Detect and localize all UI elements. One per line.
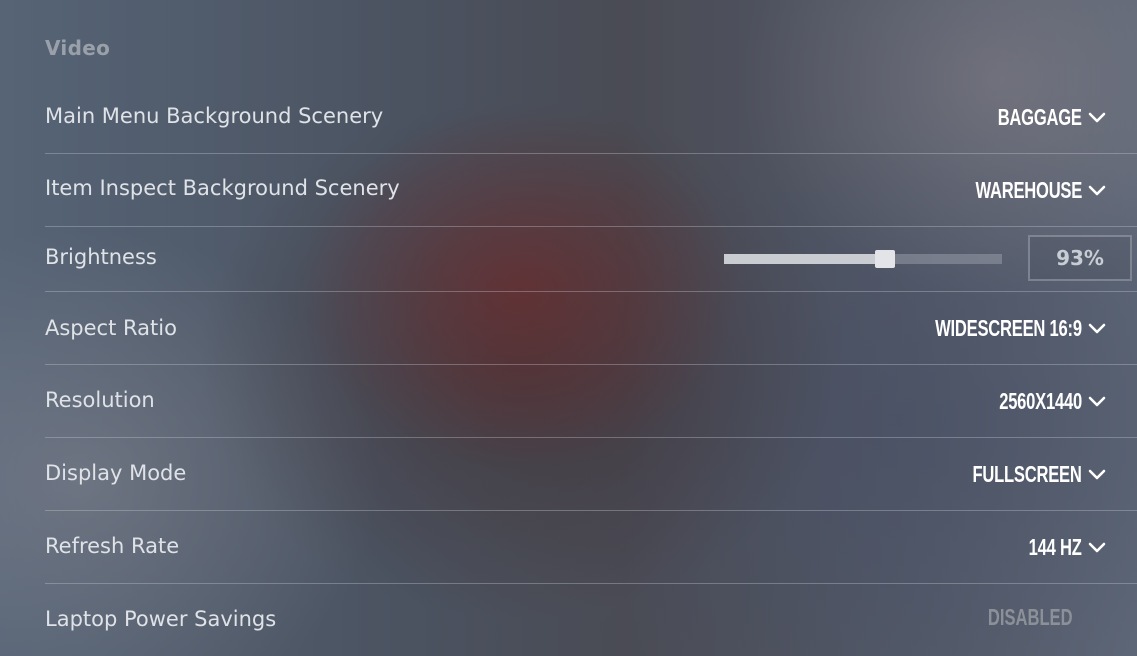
dropdown-value: 144 HZ xyxy=(1028,533,1082,560)
setting-row-refresh-rate: Refresh Rate 144 HZ xyxy=(45,511,1137,584)
setting-label: Item Inspect Background Scenery xyxy=(45,176,400,200)
setting-label: Brightness xyxy=(45,245,157,269)
setting-row-brightness: Brightness 93% xyxy=(45,227,1137,292)
dropdown-value: 2560X1440 xyxy=(999,387,1082,414)
setting-label: Main Menu Background Scenery xyxy=(45,104,384,128)
chevron-down-icon xyxy=(1088,323,1106,334)
item-inspect-scenery-dropdown[interactable]: WAREHOUSE xyxy=(934,175,1106,205)
dropdown-value: WAREHOUSE xyxy=(975,176,1082,203)
setting-row-main-menu-scenery: Main Menu Background Scenery BAGGAGE xyxy=(45,82,1137,154)
dropdown-value: FULLSCREEN xyxy=(972,460,1082,487)
setting-row-aspect-ratio: Aspect Ratio WIDESCREEN 16:9 xyxy=(45,292,1137,365)
brightness-slider[interactable] xyxy=(724,250,1002,268)
chevron-down-icon xyxy=(1088,185,1106,196)
section-title: Video xyxy=(45,36,111,60)
refresh-rate-dropdown[interactable]: 144 HZ xyxy=(1008,532,1106,562)
slider-thumb[interactable] xyxy=(875,250,896,268)
chevron-down-icon xyxy=(1088,542,1106,553)
brightness-value-field[interactable]: 93% xyxy=(1028,235,1132,281)
display-mode-dropdown[interactable]: FULLSCREEN xyxy=(930,459,1106,489)
setting-label: Laptop Power Savings xyxy=(45,607,277,631)
chevron-down-icon xyxy=(1088,112,1106,123)
dropdown-value: WIDESCREEN 16:9 xyxy=(935,314,1082,341)
laptop-power-savings-value: DISABLED xyxy=(988,604,1073,630)
setting-label: Aspect Ratio xyxy=(45,316,177,340)
setting-label: Refresh Rate xyxy=(45,534,180,558)
setting-label: Resolution xyxy=(45,388,155,412)
chevron-down-icon xyxy=(1088,396,1106,407)
aspect-ratio-dropdown[interactable]: WIDESCREEN 16:9 xyxy=(878,313,1106,343)
main-menu-scenery-dropdown[interactable]: BAGGAGE xyxy=(965,102,1106,132)
setting-label: Display Mode xyxy=(45,461,187,485)
setting-row-item-inspect-scenery: Item Inspect Background Scenery WAREHOUS… xyxy=(45,154,1137,227)
setting-row-resolution: Resolution 2560X1440 xyxy=(45,365,1137,438)
resolution-dropdown[interactable]: 2560X1440 xyxy=(967,386,1106,416)
setting-row-laptop-power-savings: Laptop Power Savings DISABLED xyxy=(45,584,1137,656)
dropdown-value: BAGGAGE xyxy=(997,103,1082,130)
slider-fill xyxy=(724,254,886,264)
setting-row-display-mode: Display Mode FULLSCREEN xyxy=(45,438,1137,511)
chevron-down-icon xyxy=(1088,469,1106,480)
